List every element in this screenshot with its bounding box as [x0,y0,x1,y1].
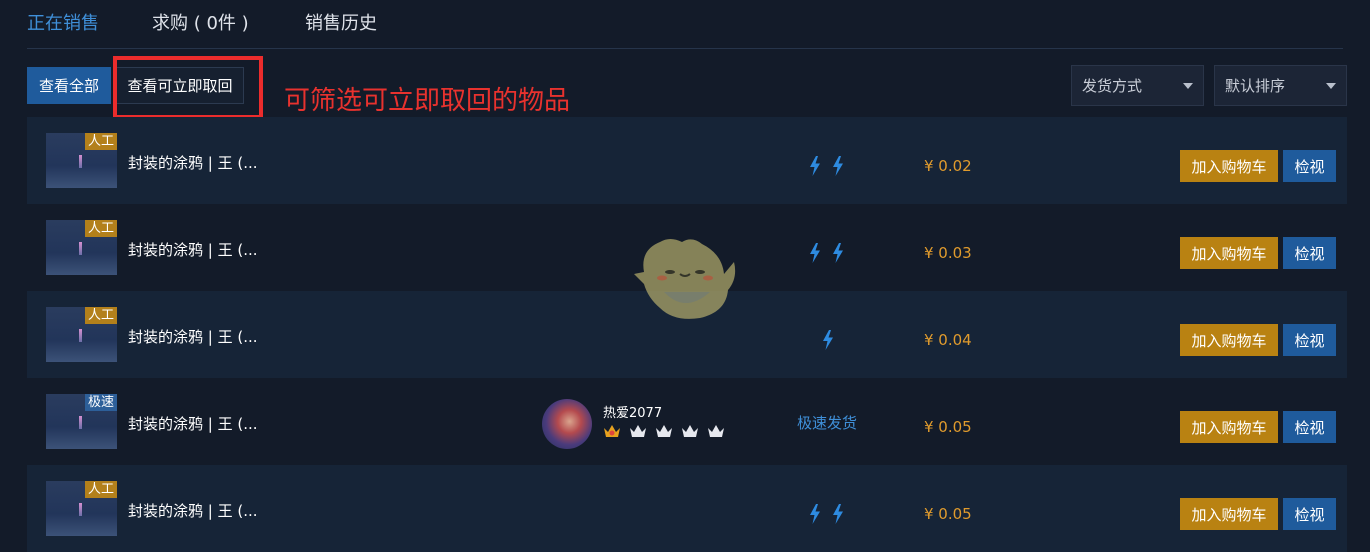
manual-tag-badge: 人工 [84,220,117,237]
annotation-highlight-box [113,56,263,119]
delivery-speed [809,504,850,526]
item-name[interactable]: 封装的涂鸦 | 王 (... [128,239,258,260]
silver-crown-icon [629,424,647,443]
inspect-button[interactable]: 检视 [1283,498,1336,530]
item-thumbnail[interactable]: 极速 [46,394,117,449]
item-thumbnail[interactable]: 人工 [46,481,117,536]
graffiti-icon [79,329,82,342]
lightning-icon [809,504,821,528]
delivery-speed [822,330,840,352]
lightning-icon [809,243,821,267]
list-item: 人工 封装的涂鸦 | 王 (... ¥ 0.05 加入购物车 检视 [27,465,1347,552]
tab-buy-orders[interactable]: 求购 ( 0件 ) [152,9,249,35]
delivery-speed [809,243,850,265]
item-name[interactable]: 封装的涂鸦 | 王 (... [128,413,258,434]
tab-divider [27,48,1343,49]
add-to-cart-button[interactable]: 加入购物车 [1180,324,1278,356]
add-to-cart-button[interactable]: 加入购物车 [1180,237,1278,269]
delivery-method-select[interactable]: 发货方式 [1071,65,1204,106]
inspect-button[interactable]: 检视 [1283,411,1336,443]
delivery-method-label: 发货方式 [1082,77,1143,95]
item-price: ¥ 0.02 [924,157,972,175]
silver-crown-icon [707,424,725,443]
item-name[interactable]: 封装的涂鸦 | 王 (... [128,500,258,521]
item-price: ¥ 0.04 [924,331,972,349]
item-thumbnail[interactable]: 人工 [46,220,117,275]
avatar[interactable] [542,399,592,449]
seller-name[interactable]: 热爱2077 [603,402,662,421]
lightning-icon [809,156,821,180]
graffiti-icon [79,155,82,168]
manual-tag-badge: 人工 [84,307,117,324]
item-thumbnail[interactable]: 人工 [46,307,117,362]
graffiti-icon [79,242,82,255]
sort-label: 默认排序 [1225,77,1286,95]
sort-select[interactable]: 默认排序 [1214,65,1347,106]
lightning-icon [832,156,844,180]
chevron-down-icon [1326,83,1336,89]
graffiti-icon [79,416,82,429]
lightning-icon [822,330,834,354]
item-name[interactable]: 封装的涂鸦 | 王 (... [128,152,258,173]
add-to-cart-button[interactable]: 加入购物车 [1180,150,1278,182]
add-to-cart-button[interactable]: 加入购物车 [1180,411,1278,443]
graffiti-icon [79,503,82,516]
manual-tag-badge: 人工 [84,481,117,498]
inspect-button[interactable]: 检视 [1283,150,1336,182]
tab-sales-history[interactable]: 销售历史 [305,9,377,35]
item-price: ¥ 0.03 [924,244,972,262]
item-price: ¥ 0.05 [924,418,972,436]
delivery-speed [809,156,850,178]
seller-level [603,424,728,443]
tab-bar: 正在销售 求购 ( 0件 ) 销售历史 [0,0,1370,48]
list-item: 极速 封装的涂鸦 | 王 (... 热爱2077 极速发货 ¥ 0.05 加入购… [27,378,1347,465]
item-name[interactable]: 封装的涂鸦 | 王 (... [128,326,258,347]
silver-crown-icon [655,424,673,443]
fast-tag-badge: 极速 [84,394,117,411]
inspect-button[interactable]: 检视 [1283,324,1336,356]
chevron-down-icon [1183,83,1193,89]
mascot-watermark-icon [630,232,740,322]
view-all-button[interactable]: 查看全部 [27,67,111,104]
tab-on-sale[interactable]: 正在销售 [27,9,99,35]
fast-delivery-label: 极速发货 [797,414,858,432]
silver-crown-icon [681,424,699,443]
manual-tag-badge: 人工 [84,133,117,150]
annotation-text: 可筛选可立即取回的物品 [284,86,571,116]
lightning-icon [832,243,844,267]
gold-crown-icon [603,424,621,443]
inspect-button[interactable]: 检视 [1283,237,1336,269]
lightning-icon [832,504,844,528]
item-price: ¥ 0.05 [924,505,972,523]
add-to-cart-button[interactable]: 加入购物车 [1180,498,1278,530]
item-thumbnail[interactable]: 人工 [46,133,117,188]
list-item: 人工 封装的涂鸦 | 王 (... ¥ 0.02 加入购物车 检视 [27,117,1347,204]
